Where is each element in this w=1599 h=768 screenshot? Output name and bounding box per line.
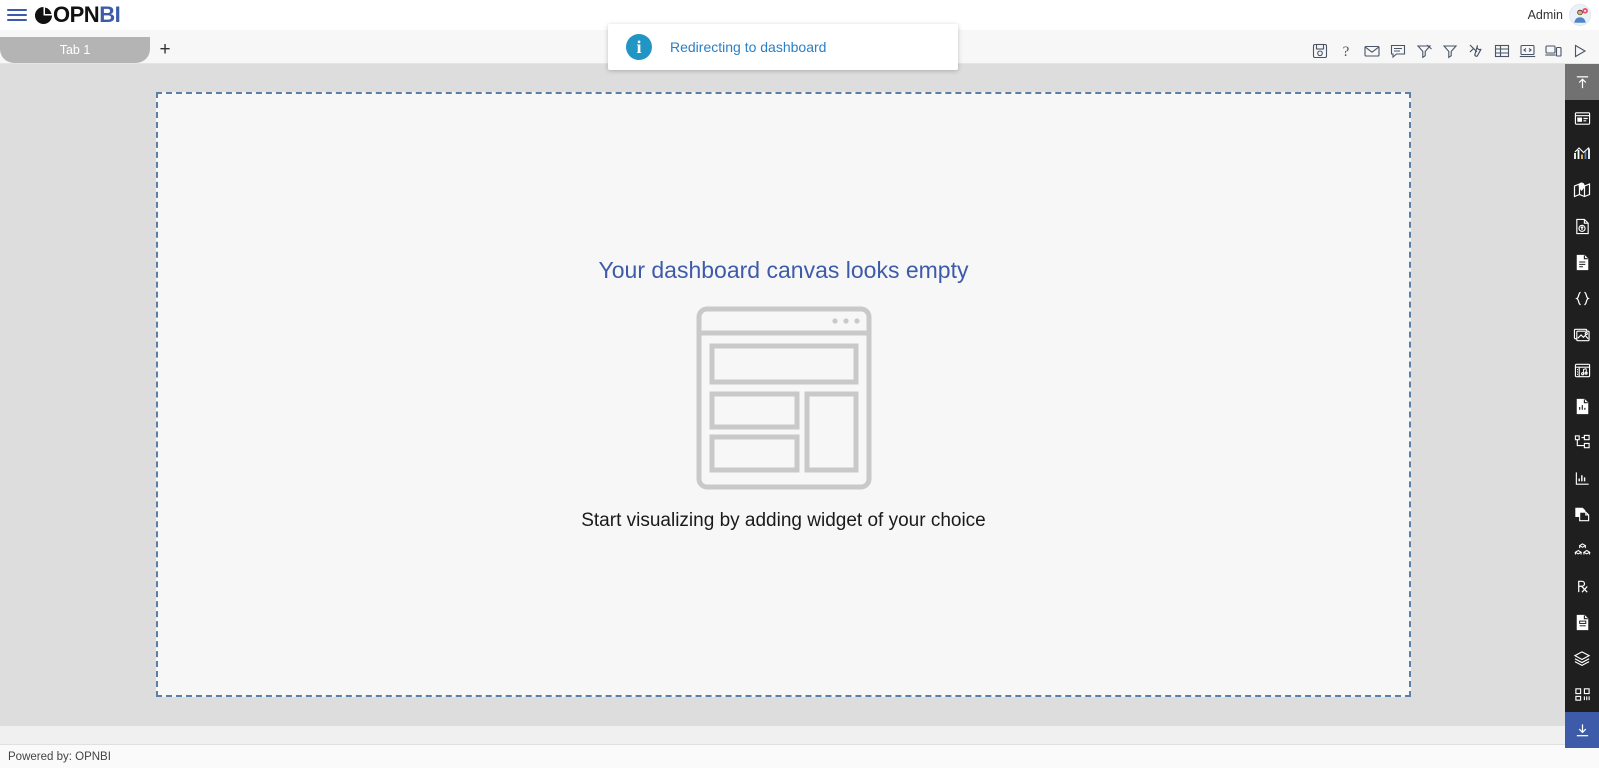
prescription-icon[interactable]: [1565, 568, 1599, 604]
devices-icon[interactable]: [1544, 41, 1563, 60]
gallery-icon[interactable]: [1565, 316, 1599, 352]
collapse-panel-icon[interactable]: [1565, 64, 1599, 100]
dashboard-wireframe-illustration: [696, 306, 872, 490]
toast-message: Redirecting to dashboard: [670, 39, 826, 55]
media-widget-icon[interactable]: [1565, 352, 1599, 388]
tab-label: Tab 1: [60, 43, 91, 57]
header-right-group: Admin: [1528, 4, 1599, 26]
clear-filter-icon[interactable]: [1414, 41, 1433, 60]
work-area: Your dashboard canvas looks empty Start …: [0, 64, 1533, 726]
chart-widget-icon[interactable]: [1565, 136, 1599, 172]
layers-icon[interactable]: [1565, 640, 1599, 676]
report-page-icon[interactable]: [1565, 388, 1599, 424]
widgets-sidebar: [1565, 64, 1599, 726]
cubes-icon[interactable]: [1565, 532, 1599, 568]
text-widget-icon[interactable]: [1565, 100, 1599, 136]
tab-item-tab-1[interactable]: Tab 1: [0, 37, 150, 63]
hamburger-line: [7, 19, 27, 21]
dashboard-canvas[interactable]: Your dashboard canvas looks empty Start …: [156, 92, 1411, 697]
table-icon[interactable]: [1492, 41, 1511, 60]
help-icon[interactable]: ?: [1336, 41, 1355, 60]
powered-by-label: Powered by: OPNBI: [8, 751, 111, 763]
user-admin-avatar[interactable]: [1569, 4, 1591, 26]
image-upload-icon[interactable]: [1565, 208, 1599, 244]
pie-circle-logo-icon: [34, 6, 53, 25]
footer-spacer: [0, 726, 1599, 744]
toast-notification[interactable]: i Redirecting to dashboard: [608, 24, 958, 70]
hamburger-menu-icon[interactable]: [7, 6, 29, 24]
empty-canvas-title: Your dashboard canvas looks empty: [599, 257, 969, 284]
mail-icon[interactable]: [1362, 41, 1381, 60]
logo-text-opn: OPN: [53, 4, 99, 26]
hierarchy-icon[interactable]: [1565, 424, 1599, 460]
comment-icon[interactable]: [1388, 41, 1407, 60]
header-toolbar: ?: [1310, 41, 1599, 63]
filter-icon[interactable]: [1440, 41, 1459, 60]
play-icon[interactable]: [1570, 41, 1589, 60]
download-icon[interactable]: [1565, 712, 1599, 748]
tools-icon[interactable]: [1466, 41, 1485, 60]
save-icon[interactable]: [1310, 41, 1329, 60]
admin-label: Admin: [1528, 8, 1563, 22]
copy-page-icon[interactable]: [1565, 496, 1599, 532]
json-braces-icon[interactable]: [1565, 280, 1599, 316]
svg-text:?: ?: [1342, 44, 1349, 59]
footer-bar: Powered by: OPNBI: [0, 744, 1599, 768]
document-icon[interactable]: [1565, 244, 1599, 280]
kpi-chart-icon[interactable]: [1565, 460, 1599, 496]
form-document-icon[interactable]: [1565, 604, 1599, 640]
code-view-icon[interactable]: [1518, 41, 1537, 60]
map-widget-icon[interactable]: [1565, 172, 1599, 208]
hamburger-line: [7, 9, 27, 11]
logo-text-bi: BI: [99, 4, 120, 26]
info-circle-icon: i: [626, 34, 652, 60]
application-root: OPN BI Admin Tab 1 +: [0, 0, 1599, 768]
qr-widget-icon[interactable]: [1565, 676, 1599, 712]
hamburger-line: [7, 14, 27, 16]
empty-canvas-subtitle: Start visualizing by adding widget of yo…: [581, 510, 986, 532]
add-tab-button[interactable]: +: [150, 37, 180, 63]
app-logo[interactable]: OPN BI: [34, 4, 120, 26]
